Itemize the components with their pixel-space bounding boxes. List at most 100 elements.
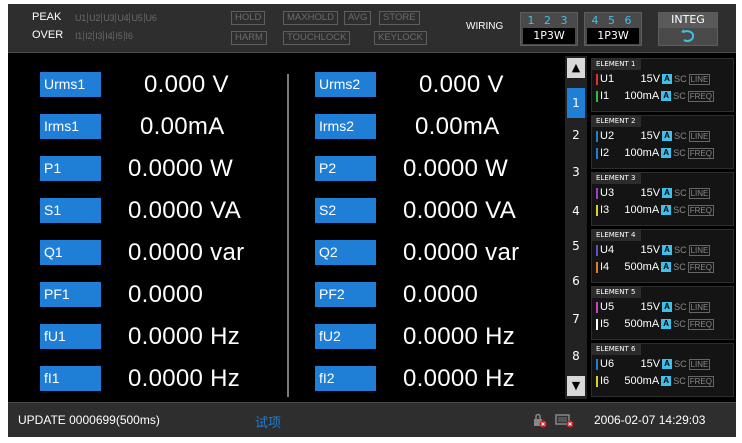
over-indicator-i2: I2 — [85, 31, 95, 41]
item-label-q2[interactable]: Q2 — [315, 240, 376, 265]
item-label-fi1[interactable]: fI1 — [40, 366, 101, 391]
element-card-6[interactable]: ELEMENT 6 U6 15V A SC LINE I6 500mA A SC FREQ — [591, 343, 734, 397]
item-value-urms2: 0.000 V — [419, 71, 504, 98]
integration-button[interactable]: INTEG — [658, 12, 718, 46]
scroll-up-button[interactable]: ▲ — [567, 58, 585, 78]
current-range-value: 100mA — [624, 147, 660, 159]
keylock-indicator: KEYLOCK — [374, 31, 427, 45]
voltage-range-row: U5 15V A SC LINE — [596, 300, 711, 314]
freq-filter-tag: FREQ — [687, 90, 714, 102]
line-filter-tag: LINE — [688, 244, 711, 256]
voltage-channel-label: U3 — [600, 187, 615, 199]
instrument-screen: PEAK OVER U1 U2 U3 U4 U5 U6 I1 I2 I3 I4 I5 I6 HOLD… — [8, 4, 736, 437]
element-title: ELEMENT 3 — [592, 173, 642, 184]
item-label-fu2[interactable]: fU2 — [315, 324, 376, 349]
element-card-5[interactable]: ELEMENT 5 U5 15V A SC LINE I5 500mA A SC FREQ — [591, 286, 734, 340]
page-button-5[interactable]: 5 — [567, 231, 585, 261]
voltage-auto-range-badge: A — [662, 188, 673, 199]
over-indicator-i4: I4 — [105, 31, 115, 41]
item-value-pf1: 0.0000 — [128, 281, 204, 308]
voltage-color-bar — [596, 187, 598, 199]
current-auto-range-badge: A — [661, 319, 672, 330]
item-label-q1[interactable]: Q1 — [40, 240, 101, 265]
over-indicator-i3: I3 — [95, 31, 105, 41]
current-auto-range-badge: A — [661, 91, 672, 102]
voltage-range-value: 15V — [640, 187, 661, 199]
element-title: ELEMENT 5 — [592, 287, 642, 298]
page-button-7[interactable]: 7 — [567, 304, 585, 334]
maxhold-indicator: MAXHOLD — [283, 11, 338, 25]
item-value-p1: 0.0000 W — [128, 155, 234, 182]
item-label-pf1[interactable]: PF1 — [40, 282, 101, 307]
line-filter-tag: LINE — [688, 301, 711, 313]
freq-filter-tag: FREQ — [687, 204, 714, 216]
element-title: ELEMENT 4 — [592, 230, 642, 241]
voltage-sc-indicator: SC — [674, 359, 687, 369]
page-button-1[interactable]: 1 — [567, 88, 585, 118]
lock-icon — [531, 412, 547, 428]
over-indicator-i6: I6 — [125, 31, 133, 41]
date-time: 2006-02-07 14:29:03 — [594, 413, 706, 427]
item-label-s2[interactable]: S2 — [315, 198, 376, 223]
current-range-value: 100mA — [624, 90, 660, 102]
item-label-p1[interactable]: P1 — [40, 156, 101, 181]
element-card-3[interactable]: ELEMENT 3 U3 15V A SC LINE I3 100mA A SC FREQ — [591, 172, 734, 226]
item-label-fu1[interactable]: fU1 — [40, 324, 101, 349]
voltage-channel-label: U2 — [600, 130, 615, 142]
item-label-pf2[interactable]: PF2 — [315, 282, 376, 307]
peak-indicator-u2: U2 — [89, 13, 103, 23]
current-range-row: I4 500mA A SC FREQ — [596, 260, 714, 274]
wiring-group-2-mode: 1P3W — [587, 28, 639, 44]
wiring-group-1[interactable]: 1 2 3 1P3W — [520, 12, 578, 46]
element-card-1[interactable]: ELEMENT 1 U1 15V A SC LINE I1 100mA A SC FREQ — [591, 58, 734, 112]
element-panel: ELEMENT 1 U1 15V A SC LINE I1 100mA A SC FREQ ELEM… — [589, 56, 736, 399]
status-bar: PEAK OVER U1 U2 U3 U4 U5 U6 I1 I2 I3 I4 I5 I6 HOLD… — [8, 4, 736, 53]
harm-indicator: HARM — [231, 31, 267, 45]
item-label-irms2[interactable]: Irms2 — [315, 114, 376, 139]
current-sc-indicator: SC — [673, 205, 686, 215]
item-value-p2: 0.0000 W — [403, 155, 509, 182]
voltage-auto-range-badge: A — [662, 245, 673, 256]
freq-filter-tag: FREQ — [687, 147, 714, 159]
current-color-bar — [596, 147, 598, 159]
item-label-fi2[interactable]: fI2 — [315, 366, 376, 391]
voltage-color-bar — [596, 130, 598, 142]
item-label-urms1[interactable]: Urms1 — [40, 72, 101, 97]
current-color-bar — [596, 261, 598, 273]
current-range-value: 100mA — [624, 204, 660, 216]
element-card-4[interactable]: ELEMENT 4 U4 15V A SC LINE I4 500mA A SC FREQ — [591, 229, 734, 283]
avg-indicator: AVG — [344, 11, 372, 25]
wiring-group-2[interactable]: 4 5 6 1P3W — [584, 12, 642, 46]
item-label-s1[interactable]: S1 — [40, 198, 101, 223]
current-color-bar — [596, 318, 598, 330]
voltage-range-value: 15V — [640, 73, 661, 85]
bottom-status-bar: UPDATE 0000699(500ms) 试项 2006-02-07 14:2… — [8, 402, 736, 437]
peak-indicator-u3: U3 — [103, 13, 117, 23]
item-label-p2[interactable]: P2 — [315, 156, 376, 181]
page-button-6[interactable]: 6 — [567, 266, 585, 296]
page-button-2[interactable]: 2 — [567, 120, 585, 150]
voltage-range-row: U3 15V A SC LINE — [596, 186, 711, 200]
voltage-sc-indicator: SC — [674, 188, 687, 198]
item-value-fi1: 0.0000 Hz — [128, 365, 241, 392]
over-label: OVER — [32, 29, 64, 41]
page-button-8[interactable]: 8 — [567, 341, 585, 371]
item-value-s2: 0.0000 VA — [403, 197, 517, 224]
current-auto-range-badge: A — [661, 205, 672, 216]
touchlock-indicator: TOUCHLOCK — [283, 31, 351, 45]
page-button-3[interactable]: 3 — [567, 157, 585, 187]
over-indicator-i1: I1 — [75, 31, 85, 41]
peak-indicator-u6: U6 — [145, 13, 157, 23]
wiring-label: WIRING — [466, 21, 504, 32]
wiring-group-2-elements: 4 5 6 — [591, 14, 635, 27]
storage-icon — [555, 412, 575, 428]
freq-filter-tag: FREQ — [687, 375, 714, 387]
current-channel-label: I6 — [600, 375, 610, 387]
element-title: ELEMENT 6 — [592, 344, 642, 355]
item-label-irms1[interactable]: Irms1 — [40, 114, 101, 139]
element-card-2[interactable]: ELEMENT 2 U2 15V A SC LINE I2 100mA A SC FREQ — [591, 115, 734, 169]
current-sc-indicator: SC — [673, 148, 686, 158]
scroll-down-button[interactable]: ▼ — [567, 376, 585, 396]
page-button-4[interactable]: 4 — [567, 196, 585, 226]
item-label-urms2[interactable]: Urms2 — [315, 72, 376, 97]
